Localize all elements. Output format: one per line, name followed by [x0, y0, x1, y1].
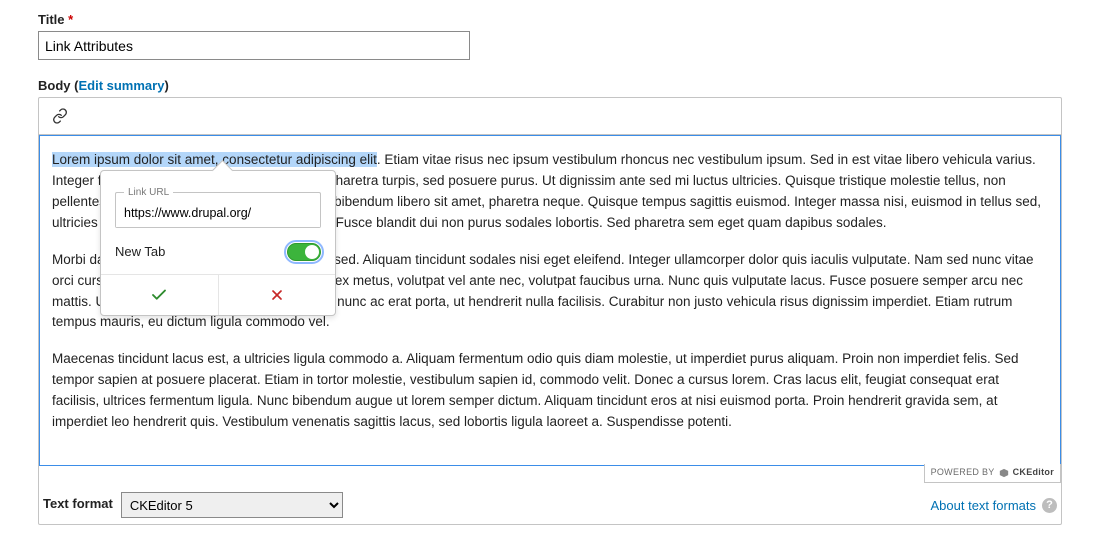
text-format-select[interactable]: CKEditor 5 — [121, 492, 343, 518]
text-format-label: Text format — [43, 496, 113, 511]
title-label: Title * — [38, 12, 73, 27]
about-text: About text formats — [931, 498, 1037, 513]
title-label-text: Title — [38, 12, 65, 27]
powered-by-prefix: POWERED BY — [931, 466, 995, 480]
editor-content[interactable]: Lorem ipsum dolor sit amet, consectetur … — [39, 135, 1061, 466]
body-label: Body — [38, 78, 71, 93]
link-url-legend: Link URL — [124, 185, 173, 201]
confirm-button[interactable] — [101, 275, 218, 315]
editor: Lorem ipsum dolor sit amet, consectetur … — [38, 97, 1062, 525]
cancel-button[interactable] — [218, 275, 336, 315]
toggle-knob — [305, 245, 319, 259]
about-text-formats-link[interactable]: About text formats ? — [931, 498, 1058, 513]
required-marker: * — [68, 12, 73, 27]
title-input[interactable] — [38, 31, 470, 60]
editor-footer: Text format CKEditor 5 About text format… — [39, 486, 1061, 524]
title-field: Title * — [38, 12, 1062, 60]
link-url-fieldset: Link URL — [115, 185, 321, 228]
powered-by-brand: CKEditor — [1013, 466, 1054, 480]
link-url-input[interactable] — [116, 201, 320, 227]
newtab-row: New Tab — [115, 240, 321, 266]
edit-summary-wrap: (Edit summary) — [74, 78, 169, 93]
help-icon: ? — [1042, 498, 1057, 513]
newtab-label: New Tab — [115, 242, 165, 262]
link-icon — [52, 108, 68, 124]
newtab-toggle[interactable] — [287, 243, 321, 261]
check-icon — [150, 286, 168, 304]
link-balloon: Link URL New Tab — [100, 170, 336, 316]
selected-link-text[interactable]: Lorem ipsum dolor sit amet, consectetur … — [52, 152, 377, 167]
paragraph-3: Maecenas tincidunt lacus est, a ultricie… — [52, 349, 1048, 433]
link-button[interactable] — [49, 105, 71, 127]
body-label-row: Body (Edit summary) — [38, 78, 1062, 93]
edit-summary-link[interactable]: Edit summary — [78, 78, 164, 93]
powered-by: POWERED BY CKEditor — [924, 464, 1061, 483]
close-icon — [269, 287, 285, 303]
editor-toolbar — [39, 98, 1061, 135]
ckeditor-logo-icon — [999, 468, 1009, 478]
balloon-actions — [101, 274, 335, 315]
